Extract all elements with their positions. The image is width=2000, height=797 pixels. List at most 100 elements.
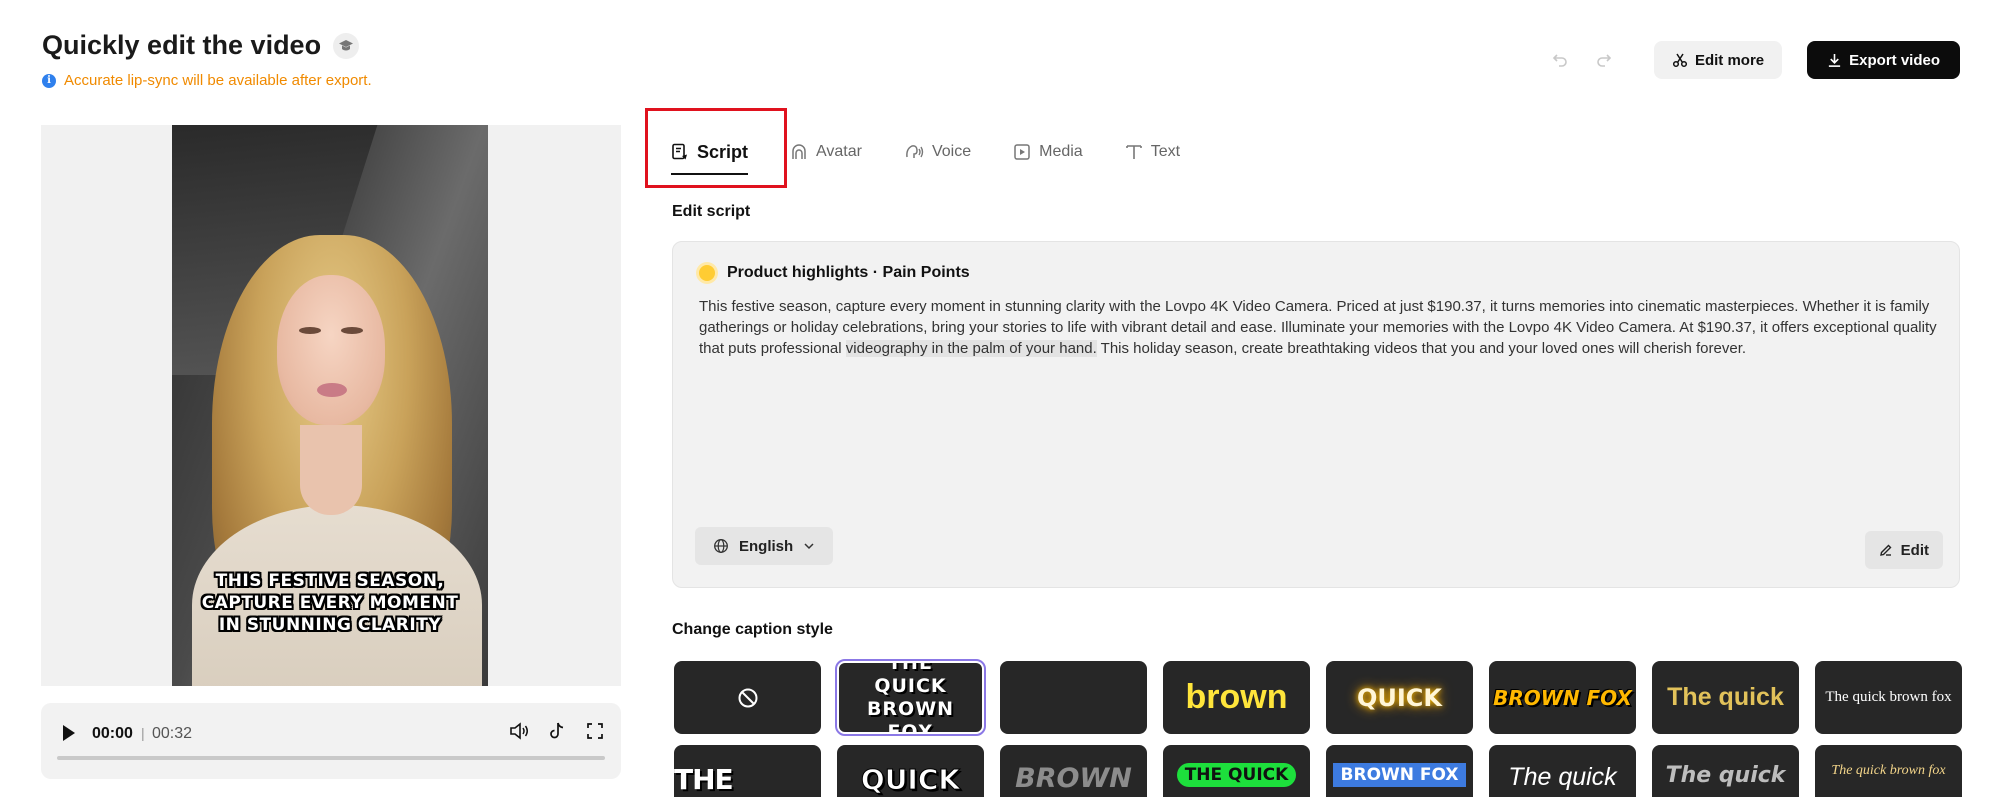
caption-style-option[interactable]: BROWN FOX xyxy=(1489,661,1636,734)
avatar-eye-left xyxy=(299,327,321,334)
editor-tabs: Script Avatar Voice Media Text xyxy=(671,135,1222,175)
caption-style-preview: BROWN xyxy=(1015,763,1132,794)
language-select[interactable]: English xyxy=(695,527,834,565)
caption-style-option[interactable]: The quick brown fox xyxy=(1815,745,1962,797)
avatar-eye-right xyxy=(341,327,363,334)
time-separator: | xyxy=(141,725,145,741)
redo-icon xyxy=(1597,54,1612,67)
info-icon: i xyxy=(42,73,56,88)
progress-bar[interactable] xyxy=(57,756,605,760)
tab-media[interactable]: Media xyxy=(1013,135,1083,169)
script-text[interactable]: This festive season, capture every momen… xyxy=(699,296,1939,359)
caption-style-option[interactable]: BROWN FOX xyxy=(1326,745,1473,797)
tab-avatar[interactable]: Avatar xyxy=(790,135,862,169)
player-icons xyxy=(509,721,605,741)
avatar-neck xyxy=(300,425,362,515)
caption-style-preview: QUICK xyxy=(860,763,961,797)
caption-style-option[interactable]: The quick brown fox xyxy=(1815,661,1962,734)
tab-media-label: Media xyxy=(1039,143,1083,160)
caption-style-option[interactable]: The quick xyxy=(1652,745,1799,797)
caption-style-preview: The quick xyxy=(1667,683,1784,711)
avatar-lips xyxy=(317,383,347,397)
export-video-label: Export video xyxy=(1849,51,1940,69)
redo-button[interactable] xyxy=(1582,41,1626,79)
lip-sync-notice: i Accurate lip-sync will be available af… xyxy=(42,72,372,89)
caption-style-grid: THE QUICK BROWN FOX brown QUICK BROWN FO… xyxy=(674,659,1962,736)
undo-icon xyxy=(1552,54,1567,67)
tab-text[interactable]: Text xyxy=(1125,135,1180,169)
sun-icon xyxy=(699,265,715,281)
tiktok-icon[interactable] xyxy=(547,721,567,741)
play-button[interactable] xyxy=(61,723,81,745)
voice-icon xyxy=(906,145,924,158)
volume-icon[interactable] xyxy=(509,721,529,741)
caption-style-preview: The quick xyxy=(1665,763,1786,788)
tab-voice[interactable]: Voice xyxy=(904,135,971,169)
caption-style-option[interactable]: BROWN xyxy=(1000,745,1147,797)
edit-more-button[interactable]: Edit more xyxy=(1653,41,1783,79)
caption-line: THIS FESTIVE SEASON, xyxy=(215,571,445,591)
download-icon xyxy=(1829,53,1841,67)
fullscreen-icon[interactable] xyxy=(585,721,605,741)
caption-style-option[interactable]: THE QUICK xyxy=(674,745,821,797)
edit-more-label: Edit more xyxy=(1694,51,1765,69)
caption-style-option[interactable]: QUICK xyxy=(837,745,984,797)
caption-style-preview: The quick brown fox xyxy=(1825,689,1952,705)
edit-script-button[interactable]: Edit xyxy=(1864,531,1943,569)
script-icon xyxy=(672,143,687,160)
edit-script-label: Edit xyxy=(1900,541,1929,559)
caption-style-preview: BROWN FOX xyxy=(1332,763,1467,787)
avatar-face xyxy=(277,275,385,425)
page-title: Quickly edit the video xyxy=(42,30,322,60)
graduation-cap-icon[interactable] xyxy=(333,32,360,59)
script-text-highlight: videography in the palm of your hand. xyxy=(845,340,1097,357)
tab-text-label: Text xyxy=(1150,143,1181,160)
script-text-part: This holiday season, create breathtaking… xyxy=(1096,340,1747,357)
edit-script-label: Edit script xyxy=(672,203,751,220)
caption-style-none[interactable] xyxy=(674,661,821,734)
caption-line: IN STUNNING CLARITY xyxy=(218,615,442,635)
tab-script-label: Script xyxy=(697,141,749,162)
header-actions: Edit more Export video xyxy=(1538,41,1960,79)
tab-avatar-label: Avatar xyxy=(816,143,862,160)
video-player-controls: 00:00 | 00:32 xyxy=(41,703,621,779)
caption-style-preview: THE QUICK xyxy=(674,763,769,797)
caption-style-preview: THE QUICK xyxy=(1176,763,1297,787)
script-heading-text: Product highlights · Pain Points xyxy=(727,264,970,281)
play-icon xyxy=(63,725,75,741)
caption-style-grid-row2: THE QUICK QUICK BROWN THE QUICK BROWN FO… xyxy=(674,745,1962,797)
caption-line: CAPTURE EVERY MOMENT xyxy=(201,593,459,613)
script-heading: Product highlights · Pain Points xyxy=(699,264,970,282)
caption-style-option[interactable]: QUICK xyxy=(1326,661,1473,734)
caption-style-preview: The quick xyxy=(1508,763,1617,791)
caption-style-preview: The quick brown fox xyxy=(1831,763,1946,778)
avatar-icon xyxy=(792,144,806,159)
language-value: English xyxy=(739,537,794,555)
caption-style-label: Change caption style xyxy=(672,621,833,638)
media-icon xyxy=(1014,144,1030,160)
tab-script[interactable]: Script xyxy=(671,135,749,175)
caption-style-option[interactable]: THE QUICK BROWN FOX xyxy=(835,659,986,736)
caption-style-preview: THE QUICK BROWN FOX xyxy=(866,661,955,734)
caption-style-option[interactable]: THE QUICK xyxy=(1163,745,1310,797)
caption-style-option[interactable]: brown xyxy=(1163,661,1310,734)
scissors-icon xyxy=(1672,53,1688,68)
caption-style-option[interactable] xyxy=(1000,661,1147,734)
total-time: 00:32 xyxy=(152,725,193,742)
caption-overlay: THIS FESTIVE SEASON, CAPTURE EVERY MOMEN… xyxy=(172,570,488,636)
current-time: 00:00 xyxy=(92,725,133,742)
caption-style-option[interactable]: The quick xyxy=(1652,661,1799,734)
caption-style-preview: QUICK xyxy=(1356,683,1443,712)
globe-icon xyxy=(714,539,728,553)
caption-style-preview: brown xyxy=(1185,678,1288,716)
text-icon xyxy=(1125,145,1142,159)
undo-button[interactable] xyxy=(1538,41,1582,79)
video-frame[interactable]: THIS FESTIVE SEASON, CAPTURE EVERY MOMEN… xyxy=(172,125,488,686)
caption-style-option[interactable]: The quick xyxy=(1489,745,1636,797)
video-preview: THIS FESTIVE SEASON, CAPTURE EVERY MOMEN… xyxy=(41,125,621,686)
script-editor[interactable]: Product highlights · Pain Points This fe… xyxy=(672,241,1960,588)
tab-voice-label: Voice xyxy=(931,143,972,160)
title-wrap: Quickly edit the video xyxy=(42,30,360,61)
export-video-button[interactable]: Export video xyxy=(1807,41,1960,79)
no-caption-icon xyxy=(738,688,757,707)
